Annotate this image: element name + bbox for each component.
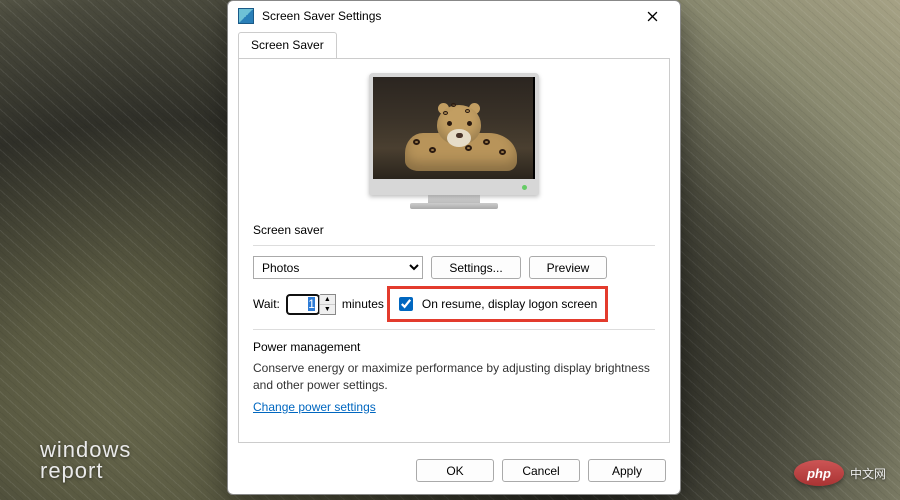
power-description: Conserve energy or maximize performance …: [253, 360, 655, 394]
watermark-php: php 中文网: [794, 460, 886, 486]
on-resume-label: On resume, display logon screen: [422, 297, 597, 311]
watermark-windowsreport: windows report: [40, 440, 131, 482]
on-resume-highlight: On resume, display logon screen: [390, 289, 605, 319]
dialog-buttons: OK Cancel Apply: [228, 451, 680, 494]
wait-label: Wait:: [253, 297, 280, 311]
wait-unit: minutes: [342, 297, 384, 311]
close-icon: [647, 11, 658, 22]
power-group-label: Power management: [253, 340, 655, 354]
settings-button[interactable]: Settings...: [431, 256, 521, 279]
ok-button[interactable]: OK: [416, 459, 494, 482]
preview-button[interactable]: Preview: [529, 256, 607, 279]
screensaver-group-label: Screen saver: [253, 223, 655, 237]
window-title: Screen Saver Settings: [262, 9, 630, 23]
preview-monitor: [253, 73, 655, 209]
close-button[interactable]: [630, 2, 674, 30]
wait-spinner[interactable]: ▲ ▼: [286, 294, 336, 315]
watermark-line2: report: [40, 461, 131, 482]
divider: [253, 329, 655, 330]
tab-panel: Screen saver Photos Settings... Preview …: [238, 58, 670, 443]
app-icon: [238, 8, 254, 24]
php-cn-text: 中文网: [850, 465, 886, 482]
divider: [253, 245, 655, 246]
on-resume-checkbox[interactable]: [399, 297, 413, 311]
change-power-settings-link[interactable]: Change power settings: [253, 400, 376, 414]
php-badge: php: [794, 460, 844, 486]
screensaver-settings-dialog: Screen Saver Settings Screen Saver: [227, 0, 681, 495]
tab-screen-saver[interactable]: Screen Saver: [238, 32, 337, 59]
cancel-button[interactable]: Cancel: [502, 459, 580, 482]
titlebar[interactable]: Screen Saver Settings: [228, 1, 680, 31]
wait-input[interactable]: [287, 295, 319, 314]
tabstrip: Screen Saver: [228, 31, 680, 58]
preview-screen: [373, 77, 533, 179]
apply-button[interactable]: Apply: [588, 459, 666, 482]
wait-down-button[interactable]: ▼: [320, 305, 335, 314]
screensaver-select[interactable]: Photos: [253, 256, 423, 279]
leopard-image: [381, 99, 525, 173]
wait-up-button[interactable]: ▲: [320, 295, 335, 305]
